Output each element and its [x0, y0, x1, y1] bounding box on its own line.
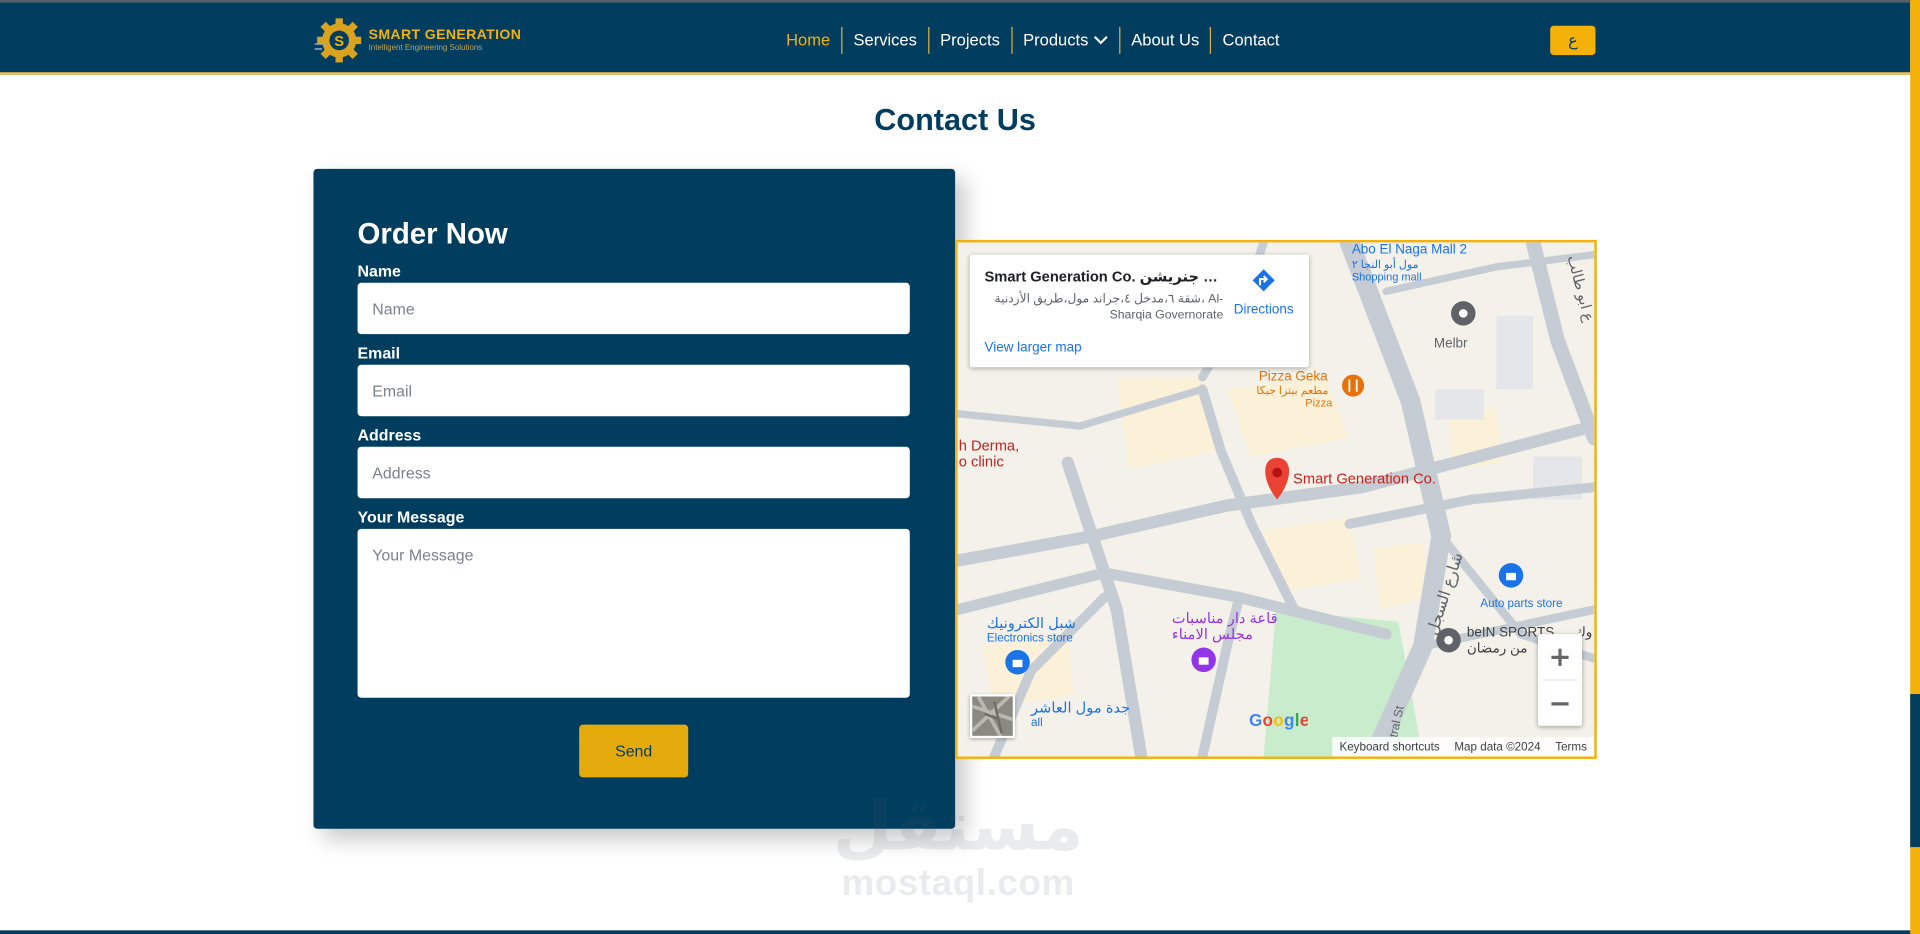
nav-about-label: About Us — [1131, 30, 1200, 49]
keyboard-shortcuts-link[interactable]: Keyboard shortcuts — [1332, 740, 1447, 753]
nav-projects-label: Projects — [940, 30, 1000, 49]
logo-subtitle: Intelligent Engineering Solutions — [368, 43, 483, 53]
map-label-melbr: Melbr — [1434, 336, 1468, 351]
place-address: شقة ٦،مدخل ٤،جراند مول،طريق الأردنية، Al… — [994, 292, 1224, 322]
map-label-hall-ar-1: قاعة دار مناسبات — [1172, 611, 1278, 627]
page: S SMART GENERATION Intelligent Engineeri… — [0, 0, 1920, 934]
nav-contact[interactable]: Contact — [1210, 26, 1290, 54]
form-title: Order Now — [357, 217, 508, 251]
map-label-abo-el-naga-ar: مول أبو النجا ٢ — [1352, 257, 1419, 271]
nav-services-label: Services — [853, 30, 917, 49]
page-title: Contact Us — [874, 102, 1036, 138]
map-label-ramadan: من رمضان — [1467, 640, 1528, 656]
watermark-arabic: مستقل — [832, 787, 1084, 865]
satellite-toggle-button[interactable] — [969, 694, 1016, 739]
gear-logo-icon: S — [312, 15, 366, 66]
google-logo: Google — [1249, 710, 1309, 733]
nav-about[interactable]: About Us — [1118, 26, 1210, 54]
terms-link[interactable]: Terms — [1548, 740, 1594, 753]
map-label-abo-el-naga: Abo El Naga Mall 2 — [1352, 242, 1467, 256]
nav-services[interactable]: Services — [841, 26, 928, 54]
logo-title: SMART GENERATION — [368, 27, 522, 43]
address-label: Address — [357, 425, 422, 445]
map-label-pizza-ar: مطعم بيتزا جيكا — [1256, 385, 1328, 397]
map-data-attribution: Map data ©2024 — [1454, 739, 1541, 754]
directions-icon — [1252, 269, 1275, 292]
zoom-controls — [1537, 634, 1583, 726]
map-label-pizza-geka: Pizza Geka — [1259, 369, 1328, 384]
map-label-electronics-ar: شبل الكترونيك — [987, 616, 1076, 632]
map-label-derma-2: o clinic — [959, 454, 1004, 470]
map-label-electronics: Electronics store — [987, 631, 1073, 644]
navbar: S SMART GENERATION Intelligent Engineeri… — [0, 2, 1911, 75]
map-embed[interactable]: Abo El Naga Mall 2 مول أبو النجا ٢ Shopp… — [955, 239, 1597, 759]
zoom-out-button[interactable] — [1538, 681, 1582, 726]
email-input[interactable] — [357, 364, 910, 417]
name-input[interactable] — [357, 282, 910, 335]
poi-electronics-icon[interactable] — [1005, 650, 1030, 675]
chevron-down-icon — [1093, 35, 1108, 45]
poi-pizza-icon[interactable] — [1342, 374, 1365, 397]
message-textarea[interactable] — [357, 528, 910, 698]
name-label: Name — [357, 261, 401, 281]
svg-text:Google: Google — [1249, 710, 1308, 730]
nav-contact-label: Contact — [1222, 30, 1280, 49]
map-label-mall-bottom: all — [1031, 716, 1043, 729]
map-label-shopping-mall: Shopping mall — [1352, 271, 1422, 283]
order-form: Order Now Name Email Address Your Messag… — [313, 168, 956, 829]
poi-bein-icon[interactable] — [1436, 627, 1461, 653]
minus-icon — [1551, 701, 1569, 705]
poi-melbr-icon[interactable] — [1451, 301, 1476, 326]
right-accent-bar-dark — [1910, 694, 1920, 848]
watermark: مستقل mostaql.com — [832, 787, 1084, 905]
view-larger-map-link[interactable]: View larger map — [984, 340, 1081, 355]
map-label-auto-parts: Auto parts store — [1480, 597, 1562, 610]
map-label-mall-bottom-ar: جدة مول العاشر — [1030, 700, 1130, 716]
send-button[interactable]: Send — [579, 724, 689, 778]
main-nav: Home Services Projects Products About Us… — [775, 26, 1290, 54]
nav-home[interactable]: Home — [775, 27, 841, 54]
address-input[interactable] — [357, 446, 910, 499]
place-info-card: Smart Generation Co. شركة سمارت جنريشن ش… — [969, 254, 1309, 368]
place-title: Smart Generation Co. شركة سمارت جنريشن — [984, 268, 1223, 286]
svg-text:S: S — [334, 34, 344, 50]
nav-home-label: Home — [786, 30, 831, 49]
directions-button[interactable]: Directions — [1227, 267, 1300, 317]
map-label-pizza-sub: Pizza — [1305, 397, 1333, 409]
nav-products[interactable]: Products — [1010, 26, 1119, 54]
map-label-derma-1: h Derma, — [959, 438, 1019, 454]
directions-label: Directions — [1233, 302, 1294, 318]
map-label-hall-ar-2: مجلس الامناء — [1172, 627, 1253, 643]
map-footer: Keyboard shortcuts Map data ©2024 Terms — [1332, 736, 1595, 757]
language-toggle-button[interactable]: ع — [1550, 25, 1596, 56]
plus-icon — [1551, 648, 1569, 666]
message-label: Your Message — [357, 508, 465, 527]
watermark-latin: mostaql.com — [841, 863, 1075, 904]
email-label: Email — [357, 343, 401, 363]
nav-products-label: Products — [1023, 30, 1089, 49]
nav-projects[interactable]: Projects — [927, 26, 1011, 54]
bottom-border — [0, 930, 1911, 934]
poi-auto-parts-icon[interactable] — [1498, 563, 1524, 588]
zoom-in-button[interactable] — [1538, 634, 1582, 679]
poi-hall-icon[interactable] — [1191, 647, 1216, 673]
logo[interactable]: S SMART GENERATION Intelligent Engineeri… — [312, 15, 521, 66]
map-label-smart-generation: Smart Generation Co. — [1293, 472, 1436, 488]
